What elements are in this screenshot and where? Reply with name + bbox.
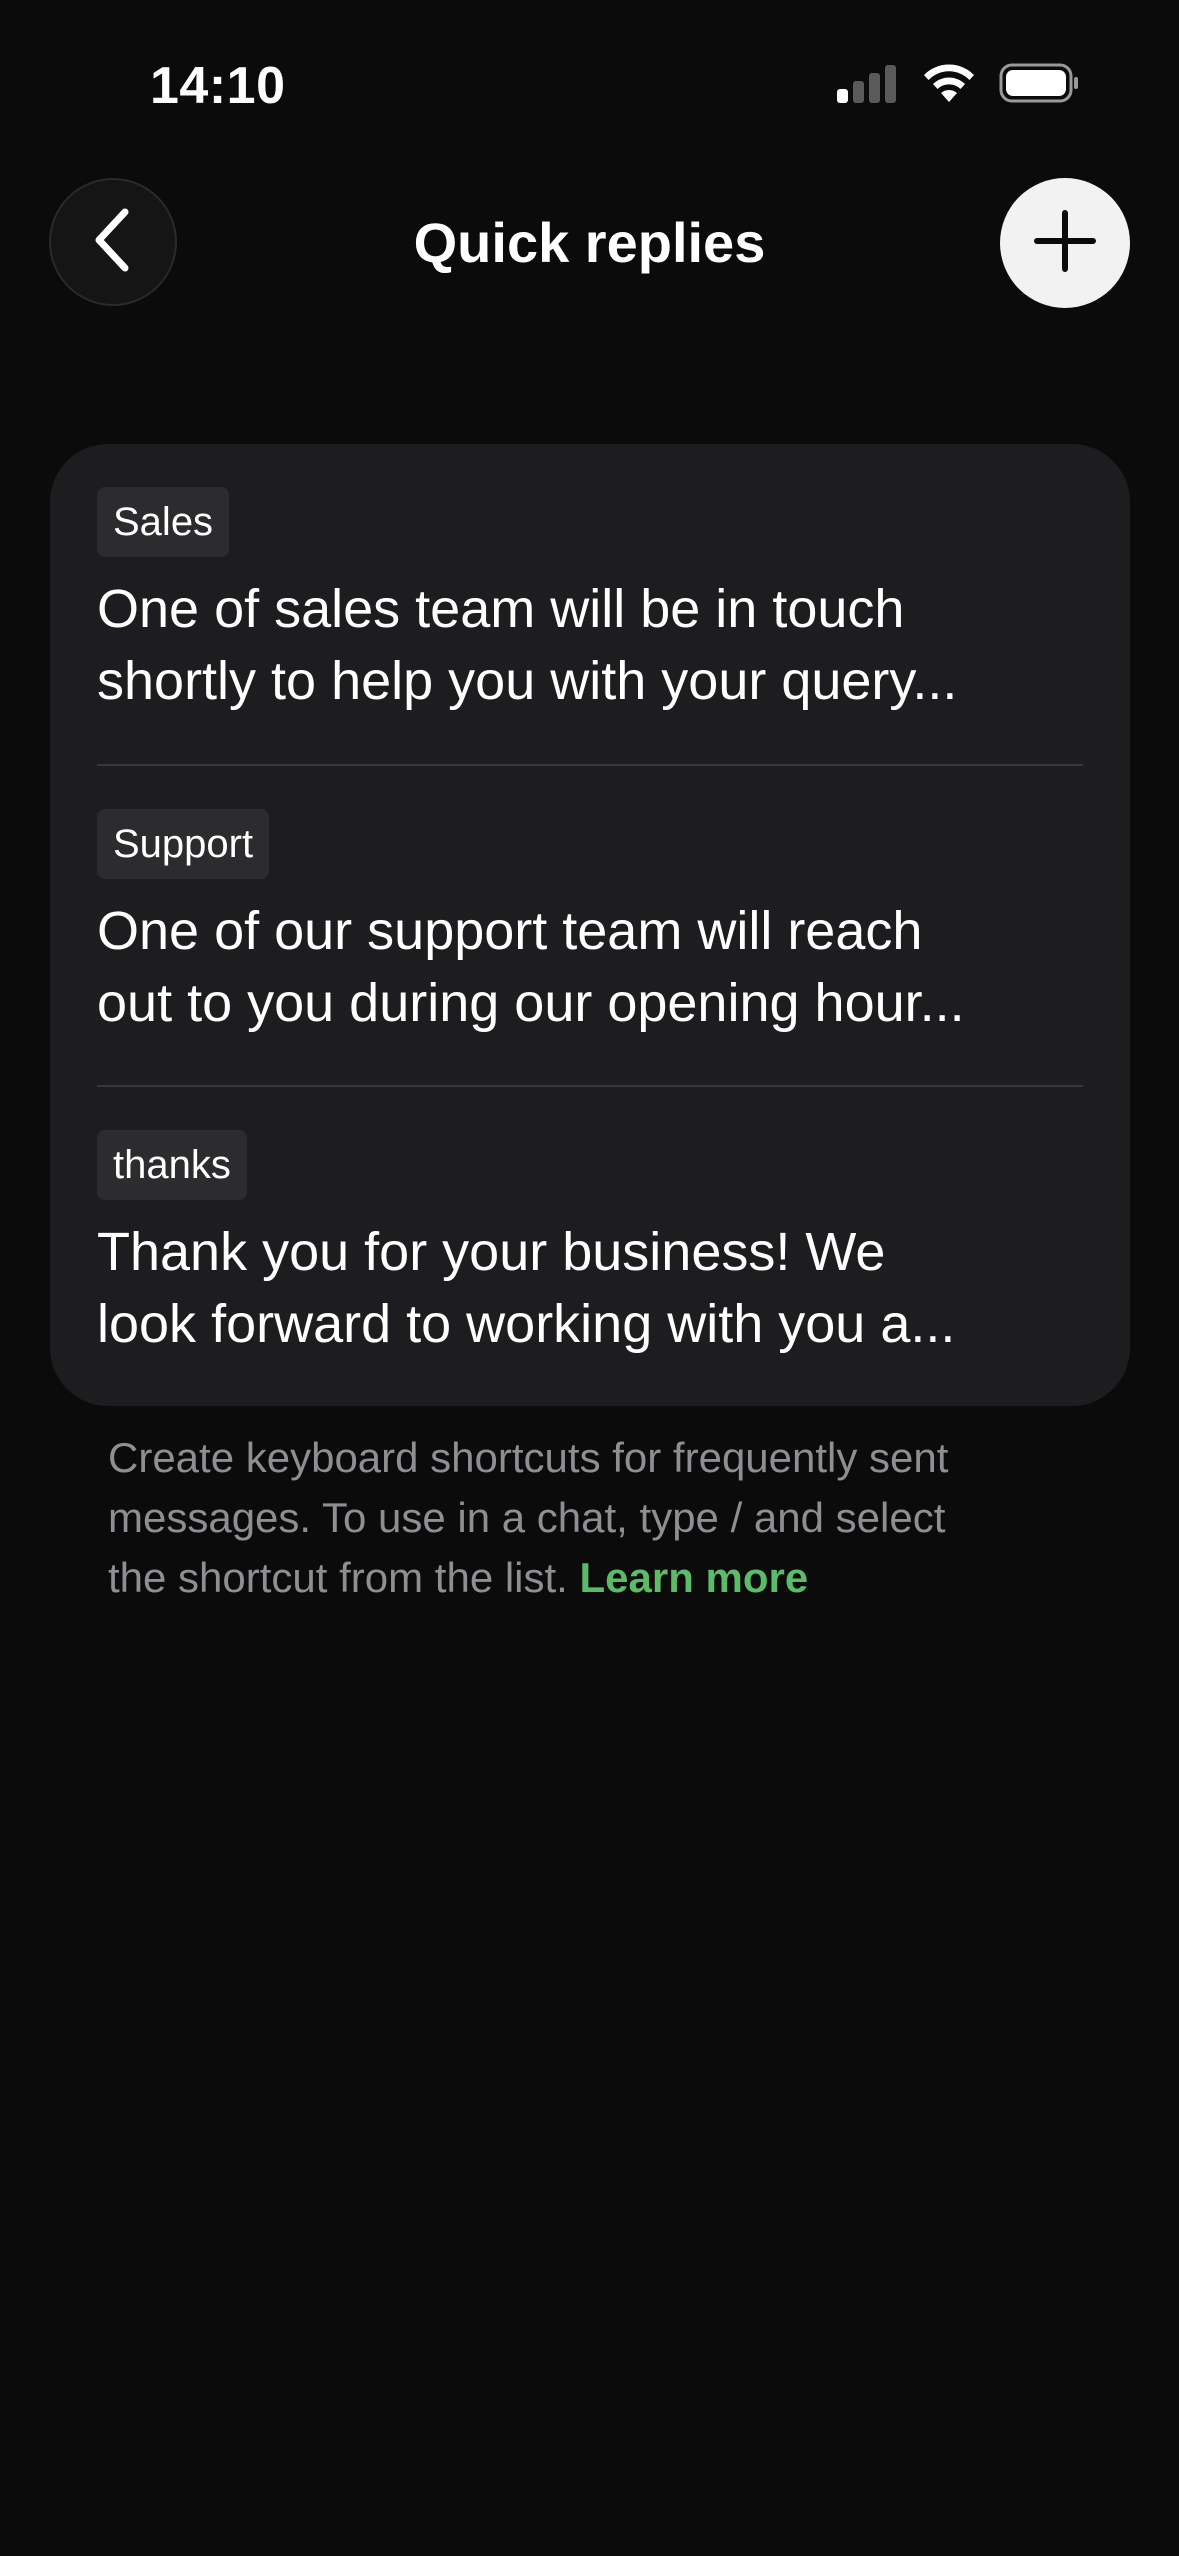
cellular-signal-icon [835,63,899,108]
shortcut-tag: Sales [97,487,230,557]
status-time: 14:10 [150,57,286,115]
quick-reply-item-support[interactable]: Support One of our support team will rea… [97,764,1083,1085]
quick-reply-item-thanks[interactable]: thanks Thank you for your business! We l… [97,1085,1083,1406]
reply-message: One of sales team will be in touch short… [97,579,958,711]
battery-icon [999,62,1079,109]
footer-text: Create keyboard shortcuts for frequently… [108,1434,949,1601]
quick-reply-item-sales[interactable]: Sales One of sales team will be in touch… [97,444,1083,764]
status-bar: 14:10 [0,0,1179,170]
reply-message: One of our support team will reach out t… [97,901,965,1033]
plus-icon [1033,209,1097,278]
reply-message: Thank you for your business! We look for… [97,1222,956,1354]
shortcut-tag: Support [97,809,270,879]
status-icons [835,62,1079,109]
shortcut-tag: thanks [97,1130,247,1200]
add-quick-reply-button[interactable] [1000,178,1130,308]
quick-replies-list: Sales One of sales team will be in touch… [50,444,1130,1406]
footer-note: Create keyboard shortcuts for frequently… [108,1428,1098,1608]
wifi-icon [921,62,977,109]
learn-more-link[interactable]: Learn more [580,1554,809,1601]
